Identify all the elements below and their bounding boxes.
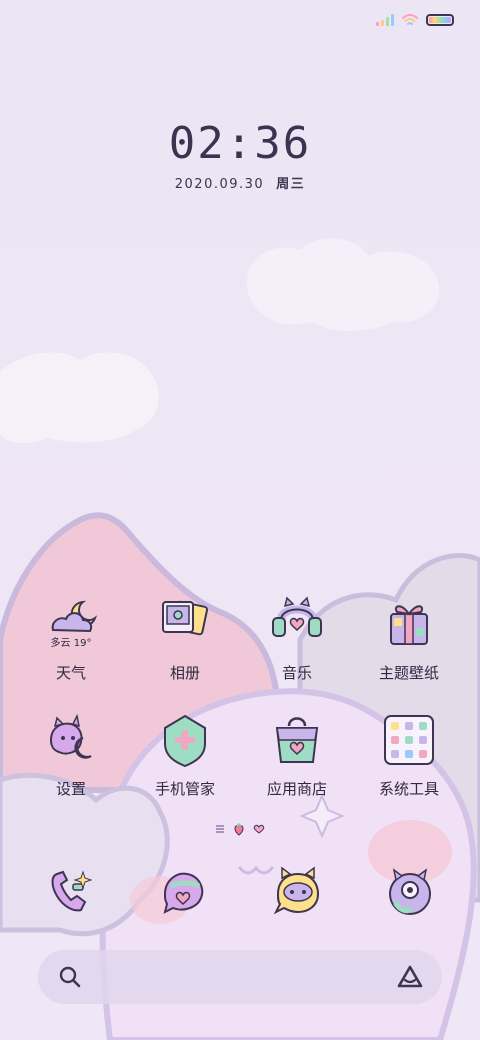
app-label: 天气 [55,664,86,682]
search-icon[interactable] [58,965,82,989]
gift-box-icon [390,605,428,645]
search-bar[interactable] [38,950,442,1004]
wifi-icon [402,14,418,25]
app-weather[interactable]: 多云 19° 天气 [16,596,126,683]
phone-icon[interactable] [43,864,99,920]
assistant-icon[interactable] [396,964,424,990]
clock-date: 2020.09.30 [174,177,265,192]
signal-bar [386,17,389,26]
app-system-tools[interactable]: 系统工具 [354,712,464,799]
app-label: 设置 [55,780,86,798]
app-label: 相册 [169,664,200,682]
signal-icon [376,14,394,26]
weather-temperature: 19° [73,638,92,649]
app-store[interactable]: 应用商店 [242,712,352,799]
signal-bar [381,20,384,26]
camera-monster-icon[interactable] [382,864,438,920]
app-gallery[interactable]: 相册 [130,596,240,683]
weather-readout: 多云 19° [16,634,126,649]
clock-date-row: 2020.09.30 周三 [0,173,480,192]
battery-icon [426,14,454,26]
app-label: 音乐 [281,664,312,682]
app-label: 应用商店 [266,780,327,798]
chat-bubble-icon[interactable] [270,864,326,920]
app-phone-manager[interactable]: 手机管家 [130,712,240,799]
strawberry-icon[interactable] [233,822,245,836]
menu-lines-icon[interactable] [215,824,225,834]
page-indicator[interactable] [0,822,480,836]
app-music[interactable]: 音乐 [242,596,352,683]
tools-folder-icon [384,715,434,765]
signal-bar [376,22,379,26]
messages-icon[interactable] [157,864,213,920]
headphones-icon [272,596,322,637]
shopping-bag-icon [275,717,319,763]
signal-bar [391,14,394,26]
clock-widget[interactable]: 02:36 2020.09.30 周三 [0,118,480,192]
clock-weekday: 周三 [276,177,306,192]
status-bar [376,10,454,30]
settings-icon [49,713,92,759]
heart-icon[interactable] [253,824,265,834]
app-label: 主题壁纸 [378,664,439,682]
app-label: 手机管家 [154,780,215,798]
shield-icon [164,714,206,768]
app-themes[interactable]: 主题壁纸 [354,596,464,683]
gallery-icon [162,600,209,636]
app-label: 系统工具 [378,780,439,798]
app-settings[interactable]: 设置 [16,712,126,799]
weather-condition: 多云 [50,638,71,649]
clock-time: 02:36 [168,118,312,169]
